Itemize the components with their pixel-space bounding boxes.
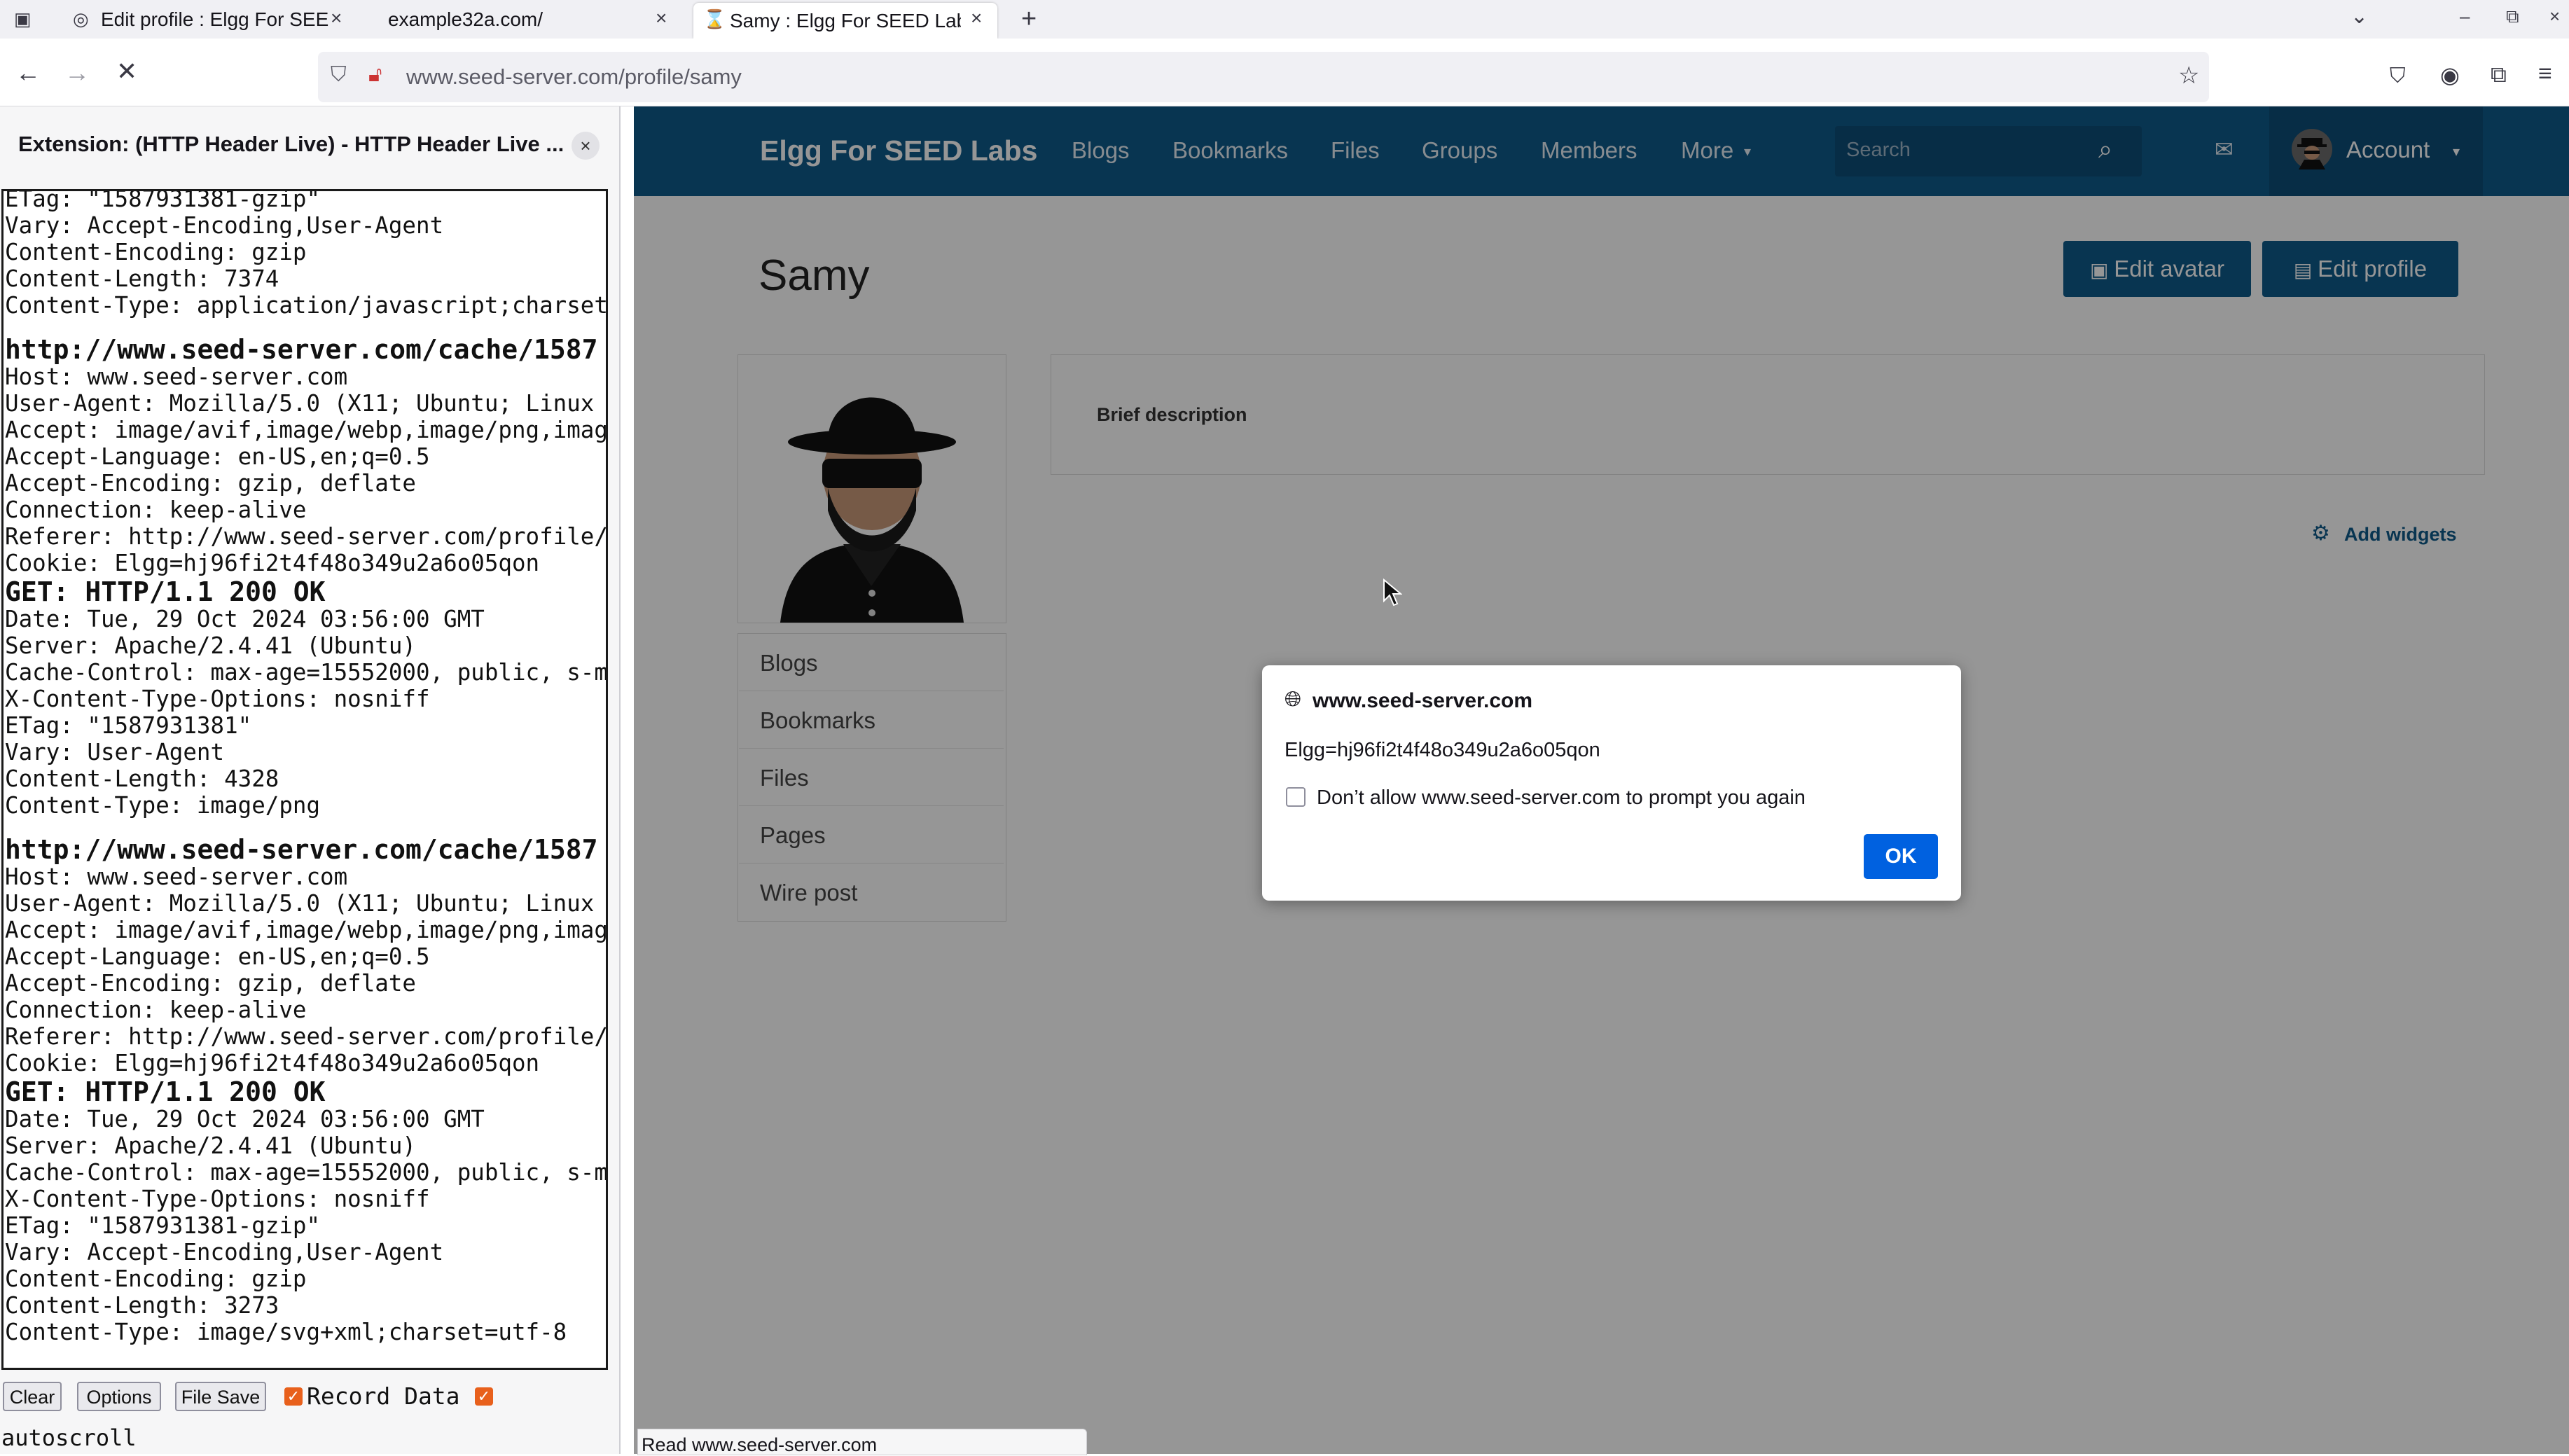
clear-button[interactable]: Clear bbox=[3, 1382, 62, 1411]
tab-title: Samy : Elgg For SEED Lab bbox=[730, 9, 961, 32]
log-header-line: User-Agent: Mozilla/5.0 (X11; Ubuntu; Li… bbox=[5, 390, 608, 417]
log-header-line: Referer: http://www.seed-server.com/prof… bbox=[5, 1023, 608, 1050]
log-header-line: Content-Type: application/javascript;cha… bbox=[5, 292, 608, 319]
dialog-origin: www.seed-server.com bbox=[1313, 689, 1533, 712]
log-request-line: GET: HTTP/1.1 200 OK bbox=[5, 576, 326, 607]
log-header-line: Connection: keep-alive bbox=[5, 497, 307, 523]
log-header-line: User-Agent: Mozilla/5.0 (X11; Ubuntu; Li… bbox=[5, 890, 608, 917]
hourglass-icon: ⌛ bbox=[703, 8, 726, 29]
bookmark-star-icon[interactable]: ☆ bbox=[2178, 62, 2199, 90]
log-header-line: Host: www.seed-server.com bbox=[5, 363, 348, 390]
list-all-tabs-icon[interactable]: ⌄ bbox=[2350, 4, 2368, 29]
account-icon[interactable]: ◉ bbox=[2440, 62, 2460, 88]
log-header-line: Date: Tue, 29 Oct 2024 03:56:00 GMT bbox=[5, 606, 485, 632]
back-icon[interactable]: ← bbox=[15, 58, 41, 88]
log-header-line: ETag: "1587931381" bbox=[5, 712, 252, 739]
log-header-line: Accept-Encoding: gzip, deflate bbox=[5, 970, 416, 997]
log-request-line: GET: HTTP/1.1 200 OK bbox=[5, 1076, 326, 1107]
log-header-line: Cache-Control: max-age=15552000, public,… bbox=[5, 1159, 608, 1186]
close-sidebar-icon[interactable]: × bbox=[572, 132, 600, 160]
mouse-cursor-icon bbox=[1383, 578, 1402, 606]
log-header-line: Cache-Control: max-age=15552000, public,… bbox=[5, 659, 608, 686]
status-text: Read www.seed-server.com bbox=[642, 1434, 878, 1455]
log-header-line: ETag: "1587931381-gzip" bbox=[5, 1212, 321, 1239]
tab-list-icon[interactable]: ▣ bbox=[14, 8, 32, 30]
log-header-line: Accept: image/avif,image/webp,image/png,… bbox=[5, 917, 608, 943]
log-header-line: Content-Encoding: gzip bbox=[5, 239, 307, 265]
log-header-line: Vary: Accept-Encoding,User-Agent bbox=[5, 1239, 444, 1266]
log-header-line: Cookie: Elgg=hj96fi2t4f48o349u2a6o05qon bbox=[5, 1050, 540, 1076]
log-header-line: Content-Type: image/png bbox=[5, 792, 321, 819]
stop-loading-icon[interactable]: ✕ bbox=[116, 57, 137, 86]
tab-close-icon[interactable]: × bbox=[971, 7, 982, 29]
file-save-button[interactable]: File Save bbox=[175, 1382, 266, 1411]
log-header-line: Accept: image/avif,image/webp,image/png,… bbox=[5, 417, 608, 443]
tab-close-icon[interactable]: × bbox=[656, 7, 667, 29]
tab-bar: ▣ ◎ Edit profile : Elgg For SEE × exampl… bbox=[0, 0, 2569, 39]
tab-samy[interactable]: ⌛ Samy : Elgg For SEED Lab × bbox=[693, 3, 997, 39]
log-header-line: X-Content-Type-Options: nosniff bbox=[5, 686, 430, 712]
autoscroll-checkbox[interactable]: ✓ bbox=[475, 1387, 493, 1406]
record-data-checkbox[interactable]: ✓ bbox=[284, 1387, 303, 1406]
log-header-line: Connection: keep-alive bbox=[5, 997, 307, 1023]
dont-allow-checkbox[interactable] bbox=[1286, 787, 1306, 807]
shield-icon[interactable]: ⛉ bbox=[331, 63, 347, 87]
dialog-message: Elgg=hj96fi2t4f48o349u2a6o05qon bbox=[1284, 739, 1600, 761]
forward-icon[interactable]: → bbox=[64, 58, 90, 88]
restore-icon[interactable]: ⧉ bbox=[2506, 6, 2519, 28]
log-header-line: Vary: Accept-Encoding,User-Agent bbox=[5, 212, 444, 239]
log-header-line: X-Content-Type-Options: nosniff bbox=[5, 1186, 430, 1212]
new-tab-button[interactable]: + bbox=[1021, 4, 1037, 34]
options-button[interactable]: Options bbox=[77, 1382, 161, 1411]
log-request-line: http://www.seed-server.com/cache/1587 bbox=[5, 334, 598, 365]
globe-icon: 🌐︎ bbox=[1284, 688, 1301, 711]
insecure-lock-icon[interactable]: 🔓︎ bbox=[368, 63, 382, 87]
log-header-line: Vary: User-Agent bbox=[5, 739, 225, 765]
header-log[interactable]: ETag: "1587931381-gzip" Vary: Accept-Enco… bbox=[1, 189, 608, 1370]
log-header-line: Host: www.seed-server.com bbox=[5, 864, 348, 890]
close-window-icon[interactable]: × bbox=[2549, 6, 2560, 27]
sidebar-title: Extension: (HTTP Header Live) - HTTP Hea… bbox=[18, 132, 565, 156]
log-header-line: Server: Apache/2.4.41 (Ubuntu) bbox=[5, 1132, 416, 1159]
dont-allow-label[interactable]: Don’t allow www.seed-server.com to promp… bbox=[1317, 786, 1806, 810]
log-header-line: Cookie: Elgg=hj96fi2t4f48o349u2a6o05qon bbox=[5, 550, 540, 576]
extensions-icon[interactable]: ⧉ bbox=[2491, 62, 2507, 88]
log-header-line: Date: Tue, 29 Oct 2024 03:56:00 GMT bbox=[5, 1106, 485, 1132]
tab-example32a[interactable]: example32a.com/ × bbox=[371, 0, 686, 39]
log-request-line: http://www.seed-server.com/cache/1587 bbox=[5, 834, 598, 865]
pocket-icon[interactable]: ⛉ bbox=[2390, 64, 2406, 88]
log-header-line: Accept-Language: en-US,en;q=0.5 bbox=[5, 443, 430, 470]
autoscroll-label: autoscroll bbox=[1, 1424, 137, 1451]
log-header-line: Server: Apache/2.4.41 (Ubuntu) bbox=[5, 632, 416, 659]
log-header-line: Content-Type: image/svg+xml;charset=utf-… bbox=[5, 1319, 567, 1345]
log-header-line: Content-Encoding: gzip bbox=[5, 1266, 307, 1292]
log-header-line: Content-Length: 4328 bbox=[5, 765, 279, 792]
record-data-label: Record Data bbox=[307, 1382, 460, 1410]
tab-edit-profile[interactable]: ◎ Edit profile : Elgg For SEE × bbox=[59, 0, 353, 39]
log-header-line: Content-Length: 3273 bbox=[5, 1292, 279, 1319]
log-header-line: ETag: "1587931381-gzip" bbox=[5, 189, 321, 212]
tab-close-icon[interactable]: × bbox=[331, 7, 342, 29]
tab-title: example32a.com/ bbox=[388, 8, 543, 30]
site-favicon-icon: ◎ bbox=[73, 8, 89, 29]
log-header-line: Referer: http://www.seed-server.com/prof… bbox=[5, 523, 608, 550]
log-header-line: Content-Length: 7374 bbox=[5, 265, 279, 292]
ok-button[interactable]: OK bbox=[1864, 834, 1938, 879]
log-header-line: Accept-Language: en-US,en;q=0.5 bbox=[5, 943, 430, 970]
tab-title: Edit profile : Elgg For SEE bbox=[101, 8, 329, 30]
url-text[interactable]: www.seed-server.com/profile/samy bbox=[406, 64, 742, 90]
minimize-icon[interactable]: – bbox=[2460, 6, 2470, 27]
log-header-line: Accept-Encoding: gzip, deflate bbox=[5, 470, 416, 497]
menu-icon[interactable]: ≡ bbox=[2538, 60, 2552, 88]
